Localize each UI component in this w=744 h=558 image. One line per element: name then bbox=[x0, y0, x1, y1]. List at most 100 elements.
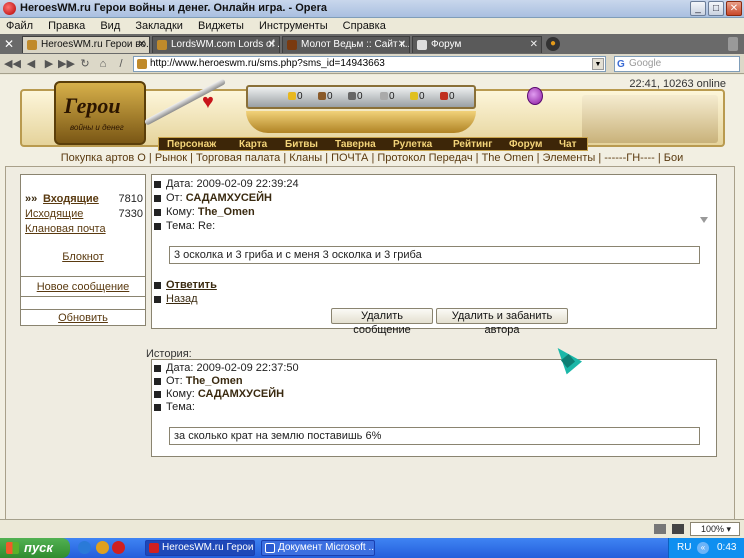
tab-molot-vedm[interactable]: Молот Ведьм :: Сайт к... ✕ bbox=[282, 36, 410, 53]
window-title: HeroesWM.ru Герои войны и денег. Онлайн … bbox=[20, 2, 328, 14]
rewind-icon[interactable]: ◀◀ bbox=[4, 57, 21, 71]
ie-quicklaunch-icon[interactable] bbox=[78, 541, 91, 554]
nav-battles[interactable]: Битвы bbox=[285, 138, 318, 151]
top-links[interactable]: Покупка артов О | Рынок | Торговая палат… bbox=[0, 152, 744, 164]
taskbar-word-button[interactable]: Документ Microsoft ... bbox=[261, 540, 375, 556]
tab-close-icon[interactable]: ✕ bbox=[398, 37, 406, 53]
sidebar-item-new-message[interactable]: Новое сообщение bbox=[21, 281, 145, 295]
delete-and-ban-button[interactable]: Удалить и забанить автора bbox=[436, 308, 568, 336]
bullet-icon bbox=[154, 208, 161, 216]
bullet-icon bbox=[154, 377, 161, 385]
new-tab-icon[interactable]: ● bbox=[546, 37, 560, 51]
banner-gold-ornament bbox=[246, 111, 476, 133]
health-heart-icon: ♥ bbox=[202, 91, 214, 113]
nav-roulette[interactable]: Рулетка bbox=[393, 138, 432, 151]
forward-icon[interactable]: ▶ bbox=[42, 57, 56, 71]
trash-icon[interactable] bbox=[728, 37, 738, 51]
sidebar-item-inbox[interactable]: »» Входящие 7810 bbox=[21, 193, 145, 207]
history-sender[interactable]: The_Omen bbox=[186, 375, 243, 387]
history-recipient[interactable]: САДАМХУСЕЙН bbox=[198, 388, 284, 400]
inbox-link[interactable]: Входящие bbox=[43, 193, 99, 205]
bullet-icon bbox=[154, 364, 161, 372]
nav-chat[interactable]: Чат bbox=[559, 138, 577, 151]
sidebar-item-clan-mail[interactable]: Клановая почта bbox=[21, 223, 145, 237]
menu-help[interactable]: Справка bbox=[337, 18, 392, 32]
bullet-icon bbox=[154, 281, 161, 289]
menu-widgets[interactable]: Виджеты bbox=[192, 18, 250, 32]
tab-forum[interactable]: Форум ✕ bbox=[412, 36, 542, 53]
nav-map[interactable]: Карта bbox=[239, 138, 267, 151]
close-tab-icon[interactable]: ✕ bbox=[4, 37, 18, 51]
camera-icon[interactable] bbox=[672, 524, 684, 534]
nav-rating[interactable]: Рейтинг bbox=[453, 138, 492, 151]
fast-forward-icon[interactable]: ▶▶ bbox=[58, 57, 75, 71]
tab-heroeswm[interactable]: HeroesWM.ru Герои во... ✕ bbox=[22, 36, 150, 53]
history-date: 2009-02-09 22:37:50 bbox=[196, 362, 299, 374]
address-dropdown-icon[interactable]: ▼ bbox=[592, 58, 604, 70]
menu-file[interactable]: Файл bbox=[0, 18, 39, 32]
word-icon bbox=[265, 543, 275, 553]
minimize-button[interactable]: _ bbox=[690, 1, 706, 16]
mana-orb-icon bbox=[527, 87, 543, 105]
mercury-icon bbox=[380, 92, 388, 101]
menu-view[interactable]: Вид bbox=[94, 18, 126, 32]
address-url: http://www.heroeswm.ru/sms.php?sms_id=14… bbox=[150, 58, 385, 69]
language-indicator[interactable]: RU bbox=[677, 542, 691, 553]
clan-mail-link[interactable]: Клановая почта bbox=[25, 223, 106, 235]
history-from-row: От: The_Omen bbox=[154, 375, 243, 387]
tab-close-icon[interactable]: ✕ bbox=[268, 37, 276, 53]
new-message-link[interactable]: Новое сообщение bbox=[37, 281, 130, 293]
logo-text: Герои bbox=[64, 93, 121, 118]
sidebar-item-notepad[interactable]: Блокнот bbox=[21, 251, 145, 265]
menu-edit[interactable]: Правка bbox=[42, 18, 91, 32]
menu-tools[interactable]: Инструменты bbox=[253, 18, 334, 32]
date-label: Дата: bbox=[166, 362, 194, 374]
home-icon[interactable]: ⌂ bbox=[96, 57, 110, 71]
outbox-link[interactable]: Исходящие bbox=[25, 208, 83, 220]
delete-message-button[interactable]: Удалить сообщение bbox=[331, 308, 433, 336]
wand-icon[interactable]: / bbox=[114, 57, 128, 71]
message-to-row: Кому: The_Omen bbox=[154, 206, 255, 218]
tab-close-icon[interactable]: ✕ bbox=[138, 37, 146, 53]
triangle-down-icon bbox=[700, 217, 708, 223]
printer-icon[interactable] bbox=[654, 524, 666, 534]
opera-quicklaunch-icon[interactable] bbox=[112, 541, 125, 554]
reply-link[interactable]: Ответить bbox=[154, 279, 217, 291]
tab-close-icon[interactable]: ✕ bbox=[530, 37, 538, 53]
bullet-icon bbox=[154, 194, 161, 202]
search-input[interactable]: G Google bbox=[614, 56, 740, 72]
history-box: Дата: 2009-02-09 22:37:50 От: The_Omen К… bbox=[151, 359, 717, 457]
sidebar-item-refresh[interactable]: Обновить bbox=[21, 312, 145, 326]
firefox-quicklaunch-icon[interactable] bbox=[96, 541, 109, 554]
back-link[interactable]: Назад bbox=[154, 293, 198, 305]
date-label: Дата: bbox=[166, 178, 194, 190]
reload-icon[interactable]: ↻ bbox=[78, 57, 92, 71]
close-button[interactable]: ✕ bbox=[726, 1, 742, 16]
maximize-button[interactable]: □ bbox=[708, 1, 724, 16]
nav-tavern[interactable]: Таверна bbox=[335, 138, 376, 151]
zoom-control[interactable]: 100% ▾ bbox=[690, 522, 740, 536]
site-icon bbox=[137, 59, 147, 69]
refresh-link[interactable]: Обновить bbox=[58, 312, 108, 324]
tray-expand-icon[interactable]: « bbox=[697, 542, 709, 554]
sidebar-item-outbox[interactable]: Исходящие 7330 bbox=[21, 208, 145, 222]
nav-forum[interactable]: Форум bbox=[509, 138, 542, 151]
tab-bar: ✕ HeroesWM.ru Герои во... ✕ LordsWM.com … bbox=[0, 34, 744, 54]
nav-character[interactable]: Персонаж bbox=[167, 138, 216, 151]
menu-bookmarks[interactable]: Закладки bbox=[129, 18, 189, 32]
taskbar-opera-button[interactable]: HeroesWM.ru Герои ... bbox=[145, 540, 255, 556]
address-input[interactable]: http://www.heroeswm.ru/sms.php?sms_id=14… bbox=[133, 56, 606, 72]
subject-label: Тема: bbox=[166, 401, 195, 413]
message-sender[interactable]: САДАМХУСЕЙН bbox=[186, 192, 272, 204]
notepad-link[interactable]: Блокнот bbox=[62, 251, 104, 263]
tab-lordswm[interactable]: LordsWM.com Lords of ... ✕ bbox=[152, 36, 280, 53]
game-logo[interactable]: Герои войны и денег bbox=[54, 81, 146, 145]
system-tray: RU « 0:43 bbox=[668, 538, 744, 558]
start-button[interactable]: пуск bbox=[0, 538, 70, 558]
message-recipient[interactable]: The_Omen bbox=[198, 206, 255, 218]
back-icon[interactable]: ◀ bbox=[24, 57, 38, 71]
resource-gold: 0 bbox=[288, 91, 303, 102]
sidebar-divider bbox=[21, 296, 145, 297]
tab-label: Форум bbox=[431, 39, 462, 50]
resource-wood: 0 bbox=[318, 91, 333, 102]
